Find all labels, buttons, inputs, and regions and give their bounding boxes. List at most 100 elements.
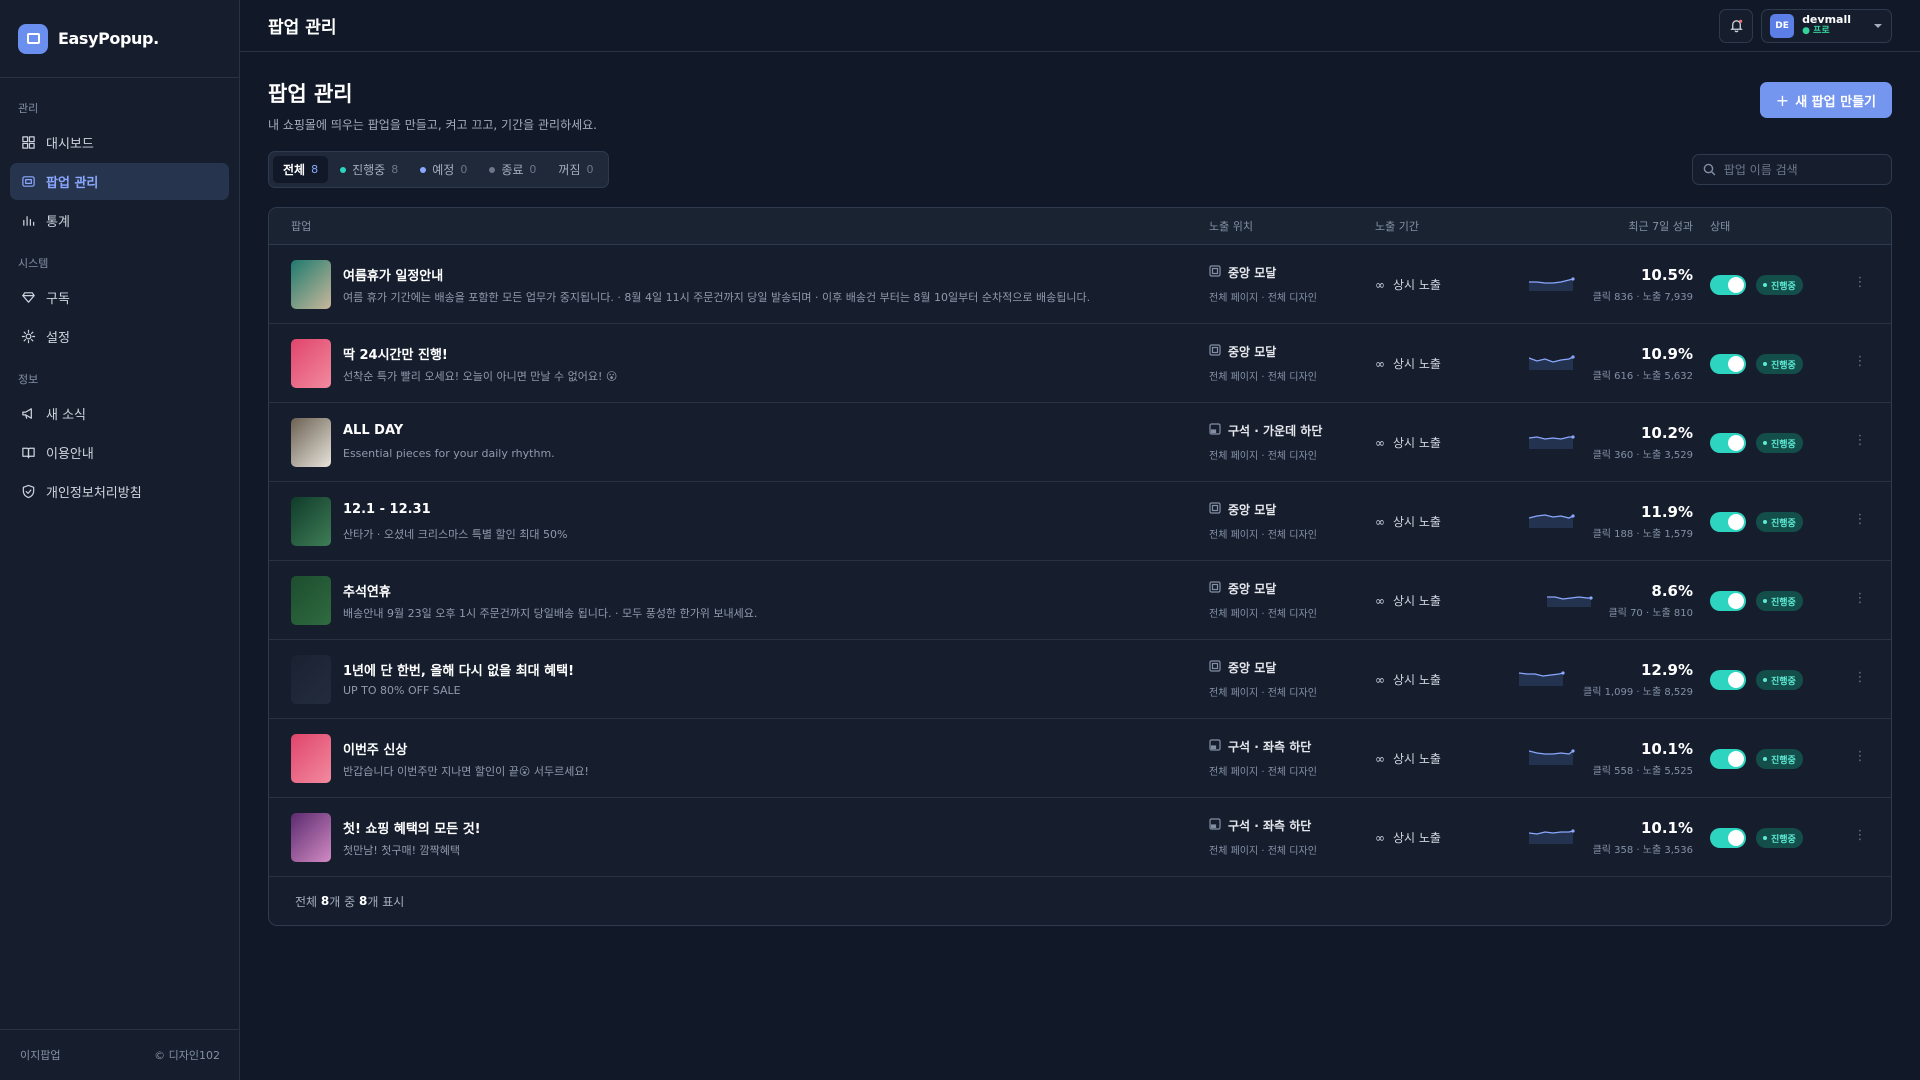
popup-name[interactable]: 1년에 단 한번, 올해 다시 없을 최대 혜택! — [343, 660, 574, 679]
more-options-icon[interactable]: ⋮ — [1853, 512, 1867, 527]
sidebar-item-0-2[interactable]: 통계 — [10, 202, 229, 239]
popup-thumbnail — [291, 497, 331, 546]
sparkline — [1547, 589, 1593, 611]
infinity-icon: ∞ — [1375, 751, 1385, 766]
active-toggle[interactable] — [1710, 670, 1746, 690]
popup-thumbnail — [291, 734, 331, 783]
footer-brand: 이지팝업 — [20, 1049, 61, 1062]
nav-section-title: 시스템 — [18, 257, 49, 270]
popup-name[interactable]: 여름휴가 일정안내 — [343, 265, 443, 284]
tab-4[interactable]: 꺼짐 0 — [548, 156, 603, 183]
popup-name[interactable]: 이번주 신상 — [343, 739, 407, 758]
position-label: 중앙 모달 — [1209, 264, 1276, 281]
active-toggle[interactable] — [1710, 749, 1746, 769]
corner-icon — [1209, 818, 1221, 833]
sidebar-item-2-1[interactable]: 이용안내 — [10, 434, 229, 471]
more-options-icon[interactable]: ⋮ — [1853, 354, 1867, 369]
sidebar-item-0-1[interactable]: 팝업 관리 — [10, 163, 229, 200]
header-performance: 최근 7일 성과 — [1628, 220, 1693, 233]
ctr-value: 10.2% — [1640, 424, 1693, 442]
period-text: 상시 노출 — [1393, 515, 1441, 529]
nav-section-title: 정보 — [18, 373, 39, 386]
sidebar-item-label: 이용안내 — [46, 447, 94, 462]
table-row[interactable]: 이번주 신상 반갑습니다 이번주만 지나면 할인이 끝😮 서두르세요! 구석 · 좌… — [269, 719, 1891, 798]
tab-0[interactable]: 전체 8 — [273, 156, 329, 183]
more-options-icon[interactable]: ⋮ — [1853, 275, 1867, 290]
user-plan: ● 프로 — [1802, 26, 1830, 36]
tab-3[interactable]: 종료 0 — [479, 156, 546, 183]
dashboard-icon — [20, 135, 36, 151]
user-info: devmall ● 프로 — [1802, 14, 1851, 37]
popup-description: 배송안내 9월 23일 오후 1시 주문건까지 당일배송 됩니다. · 모두 풍… — [343, 607, 758, 620]
more-options-icon[interactable]: ⋮ — [1853, 749, 1867, 764]
popup-thumbnail — [291, 418, 331, 467]
tab-count: 0 — [586, 163, 594, 176]
active-toggle[interactable] — [1710, 828, 1746, 848]
active-toggle[interactable] — [1710, 512, 1746, 532]
status-dot-icon — [1763, 678, 1767, 682]
infinity-icon: ∞ — [1375, 830, 1385, 845]
tab-label: 꺼짐 — [558, 163, 581, 177]
tab-1[interactable]: 진행중 8 — [330, 156, 408, 183]
more-options-icon[interactable]: ⋮ — [1853, 591, 1867, 606]
tab-count: 0 — [529, 163, 537, 176]
modal-icon — [1209, 344, 1221, 359]
status-dot-icon — [1763, 362, 1767, 366]
table-row[interactable]: 추석연휴배송안내 9월 23일 오후 1시 주문건까지 당일배송 됩니다. · … — [269, 561, 1891, 640]
brand[interactable]: EasyPopup. — [0, 0, 239, 78]
sidebar-item-2-0[interactable]: 새 소식 — [10, 395, 229, 432]
period-text: 상시 노출 — [1393, 594, 1441, 608]
infinity-icon: ∞ — [1375, 514, 1385, 529]
footer-mid: 개 중 — [329, 894, 356, 909]
tab-2[interactable]: 예정 0 — [410, 156, 477, 183]
user-menu[interactable]: DE devmall ● 프로 — [1761, 8, 1892, 43]
table-row[interactable]: 딱 24시간만 진행! 선착순 특가 빨리 오세요! 오늘이 아니면 만날 수 없… — [269, 324, 1891, 403]
table-row[interactable]: 여름휴가 일정안내 여름 휴가 기간에는 배송을 포함한 모든 업무가 중지됩니다… — [269, 245, 1891, 324]
table-row[interactable]: ALL DAY Essential pieces for your daily r… — [269, 403, 1891, 482]
gear-icon — [20, 329, 36, 345]
period: ∞ 상시 노출 — [1375, 434, 1441, 451]
header-popup: 팝업 — [291, 220, 312, 233]
status-text: 진행중 — [1771, 518, 1796, 529]
footer-suffix: 개 표시 — [367, 894, 405, 909]
active-toggle[interactable] — [1710, 354, 1746, 374]
sidebar-item-1-1[interactable]: 설정 — [10, 318, 229, 355]
search-input[interactable] — [1723, 162, 1881, 177]
popup-name[interactable]: ALL DAY — [343, 423, 403, 438]
popup-name[interactable]: 첫! 쇼핑 혜택의 모든 것! — [343, 818, 481, 837]
notification-button[interactable] — [1719, 8, 1754, 43]
status-badge: 진행중 — [1756, 512, 1803, 532]
more-options-icon[interactable]: ⋮ — [1853, 433, 1867, 448]
ctr-value: 8.6% — [1651, 582, 1693, 600]
popup-name[interactable]: 12.1 - 12.31 — [343, 502, 431, 517]
sidebar-item-label: 개인정보처리방침 — [46, 486, 142, 501]
active-toggle[interactable] — [1710, 591, 1746, 611]
status-text: 진행중 — [1771, 597, 1796, 608]
table-row[interactable]: 1년에 단 한번, 올해 다시 없을 최대 혜택! UP TO 80% OFF S… — [269, 640, 1891, 719]
new-popup-label: 새 팝업 만들기 — [1795, 94, 1876, 110]
new-popup-button[interactable]: + 새 팝업 만들기 — [1759, 82, 1892, 118]
status-badge: 진행중 — [1756, 354, 1803, 374]
sidebar-item-1-0[interactable]: 구독 — [10, 279, 229, 316]
popup-description: UP TO 80% OFF SALE — [343, 684, 461, 697]
megaphone-icon — [20, 406, 36, 422]
more-options-icon[interactable]: ⋮ — [1853, 670, 1867, 685]
sparkline — [1528, 747, 1575, 769]
corner-icon — [1209, 423, 1221, 438]
sidebar-item-0-0[interactable]: 대시보드 — [10, 124, 229, 161]
active-toggle[interactable] — [1710, 275, 1746, 295]
popup-name[interactable]: 추석연휴 — [343, 581, 391, 600]
status-text: 진행중 — [1771, 834, 1796, 845]
status-text: 진행중 — [1771, 676, 1796, 687]
search-box[interactable] — [1692, 154, 1892, 185]
popup-description: 반갑습니다 이번주만 지나면 할인이 끝😮 서두르세요! — [343, 765, 589, 778]
sparkline — [1529, 273, 1575, 295]
sidebar-item-2-2[interactable]: 개인정보처리방침 — [10, 473, 229, 510]
ctr-value: 11.9% — [1640, 503, 1693, 521]
table-row[interactable]: 12.1 - 12.31 산타가 · 오셨네 크리스마스 특별 할인 최대 50%… — [269, 482, 1891, 561]
popup-name[interactable]: 딱 24시간만 진행! — [343, 344, 448, 363]
more-options-icon[interactable]: ⋮ — [1853, 828, 1867, 843]
active-toggle[interactable] — [1710, 433, 1746, 453]
table-row[interactable]: 첫! 쇼핑 혜택의 모든 것! 첫만남! 첫구매! 깜짝혜택 구석 · 좌측 하단 전… — [269, 798, 1891, 877]
status-dot-icon — [1763, 757, 1767, 761]
